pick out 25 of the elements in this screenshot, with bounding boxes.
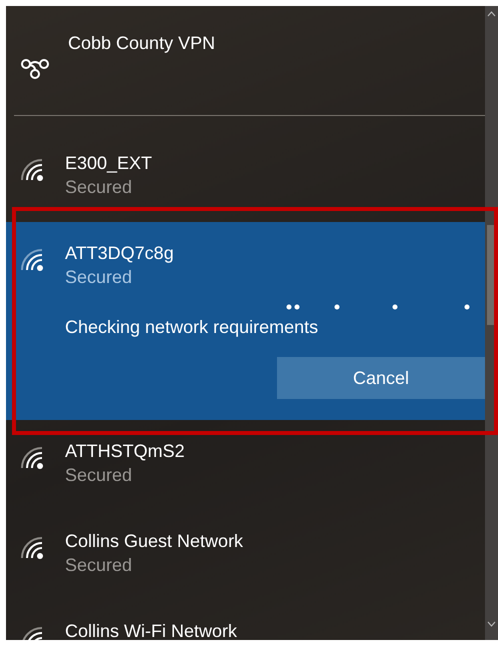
wifi-icon <box>20 446 46 470</box>
chevron-up-icon <box>487 11 496 17</box>
vpn-name: Cobb County VPN <box>68 32 216 54</box>
network-status: Secured <box>65 554 134 577</box>
network-item[interactable]: ATTHSTQmS2 Secured <box>6 420 485 510</box>
network-name: ATTHSTQmS2 <box>65 440 185 462</box>
network-status: Secured <box>65 266 134 289</box>
network-name: Collins Wi-Fi Network <box>65 620 238 640</box>
network-name: ATT3DQ7c8g <box>65 242 174 264</box>
progress-dots-icon <box>286 304 470 310</box>
chevron-down-icon <box>487 621 496 627</box>
network-name: Collins Guest Network <box>65 530 244 552</box>
wifi-icon <box>20 248 46 272</box>
network-name: E300_EXT <box>65 152 152 174</box>
vpn-icon <box>20 56 50 80</box>
network-status: Secured <box>65 464 134 487</box>
network-item[interactable]: Collins Guest Network Secured <box>6 510 485 600</box>
network-item[interactable]: E300_EXT Secured <box>6 132 485 222</box>
network-item[interactable]: ATT3DQ7c8g Secured Checking network requirements Cancel <box>6 222 485 420</box>
network-status: Secured <box>65 176 134 199</box>
network-item[interactable]: Collins Wi-Fi Network <box>6 600 485 640</box>
cancel-button[interactable]: Cancel <box>277 357 485 399</box>
wifi-icon <box>20 536 46 560</box>
wifi-icon <box>20 158 46 182</box>
status-message: Checking network requirements <box>65 316 318 338</box>
